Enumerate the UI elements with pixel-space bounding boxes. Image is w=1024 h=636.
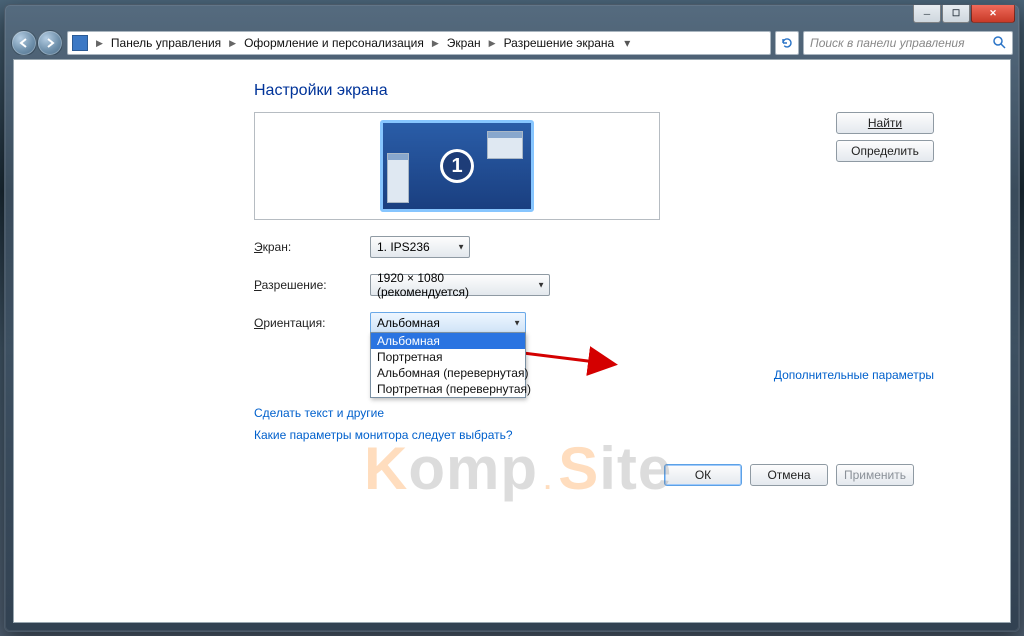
preview-window-icon (487, 131, 523, 159)
orientation-select[interactable]: Альбомная ▼ (370, 312, 526, 334)
search-icon (992, 35, 1006, 52)
control-panel-icon (72, 35, 88, 51)
display-select[interactable]: 1. IPS236 ▼ (370, 236, 470, 258)
arrow-right-icon (44, 37, 56, 49)
resolution-select[interactable]: 1920 × 1080 (рекомендуется) ▼ (370, 274, 550, 296)
ok-button[interactable]: ОК (664, 464, 742, 486)
breadcrumb[interactable]: ▶ Панель управления ▶ Оформление и персо… (67, 31, 771, 55)
breadcrumb-item[interactable]: Оформление и персонализация (240, 36, 428, 50)
cancel-button[interactable]: Отмена (750, 464, 828, 486)
orientation-option[interactable]: Альбомная (371, 333, 525, 349)
preview-row: 1 Найти Определить (254, 112, 934, 220)
advanced-settings-link[interactable]: Дополнительные параметры (774, 368, 934, 382)
display-value: 1. IPS236 (377, 240, 430, 254)
window-frame: ─ ☐ ✕ ▶ Панель управления ▶ Оформление и… (4, 4, 1020, 632)
maximize-button[interactable]: ☐ (942, 5, 970, 23)
preview-window-icon (387, 153, 409, 203)
display-label: Экран: (254, 240, 370, 254)
refresh-button[interactable] (775, 31, 799, 55)
nav-buttons (11, 30, 63, 56)
page-title: Настройки экрана (254, 82, 934, 100)
chevron-down-icon: ▼ (513, 319, 521, 328)
bottom-links: Сделать текст и другие Какие параметры м… (254, 406, 934, 442)
arrow-left-icon (18, 37, 30, 49)
content-area: Настройки экрана 1 Найти Определить Экра… (13, 59, 1011, 623)
orientation-dropdown-list: Альбомная Портретная Альбомная (переверн… (370, 332, 526, 398)
close-button[interactable]: ✕ (971, 5, 1015, 23)
breadcrumb-item[interactable]: Панель управления (107, 36, 225, 50)
resolution-row: Разрешение: 1920 × 1080 (рекомендуется) … (254, 274, 934, 296)
window-buttons: ─ ☐ ✕ (913, 5, 1015, 23)
orientation-option[interactable]: Портретная (371, 349, 525, 365)
chevron-right-icon: ▶ (227, 38, 238, 49)
orientation-row: Ориентация: Альбомная ▼ (254, 312, 934, 334)
detect-button[interactable]: Определить (836, 140, 934, 162)
breadcrumb-item[interactable]: Экран (443, 36, 485, 50)
orientation-option[interactable]: Альбомная (перевернутая) (371, 365, 525, 381)
orientation-option[interactable]: Портретная (перевернутая) (371, 381, 525, 397)
orientation-label: Ориентация: (254, 316, 370, 330)
which-monitor-link[interactable]: Какие параметры монитора следует выбрать… (254, 428, 513, 442)
titlebar: ─ ☐ ✕ (5, 5, 1019, 27)
back-button[interactable] (11, 30, 37, 56)
refresh-icon (780, 36, 794, 50)
minimize-button[interactable]: ─ (913, 5, 941, 23)
resolution-label: Разрешение: (254, 278, 370, 292)
orientation-value: Альбомная (377, 316, 440, 330)
monitor-preview[interactable]: 1 (380, 120, 534, 212)
text-size-link[interactable]: Сделать текст и другие (254, 406, 384, 420)
display-row: Экран: 1. IPS236 ▼ (254, 236, 934, 258)
chevron-right-icon: ▶ (487, 38, 498, 49)
forward-button[interactable] (37, 30, 63, 56)
search-placeholder: Поиск в панели управления (810, 36, 965, 50)
navbar: ▶ Панель управления ▶ Оформление и персо… (11, 29, 1013, 57)
resolution-value: 1920 × 1080 (рекомендуется) (377, 271, 529, 299)
breadcrumb-item[interactable]: Разрешение экрана (500, 36, 619, 50)
dialog-footer: ОК Отмена Применить (254, 464, 934, 486)
chevron-down-icon: ▼ (457, 243, 465, 252)
chevron-right-icon: ▶ (430, 38, 441, 49)
preview-side-buttons: Найти Определить (836, 112, 934, 220)
apply-button[interactable]: Применить (836, 464, 914, 486)
search-box[interactable]: Поиск в панели управления (803, 31, 1013, 55)
find-button[interactable]: Найти (836, 112, 934, 134)
monitor-preview-box: 1 (254, 112, 660, 220)
chevron-down-icon: ▼ (537, 281, 545, 290)
inner-pane: Настройки экрана 1 Найти Определить Экра… (254, 60, 934, 622)
monitor-number: 1 (440, 149, 474, 183)
chevron-right-icon: ▶ (94, 38, 105, 49)
breadcrumb-dropdown[interactable]: ▾ (620, 36, 634, 50)
